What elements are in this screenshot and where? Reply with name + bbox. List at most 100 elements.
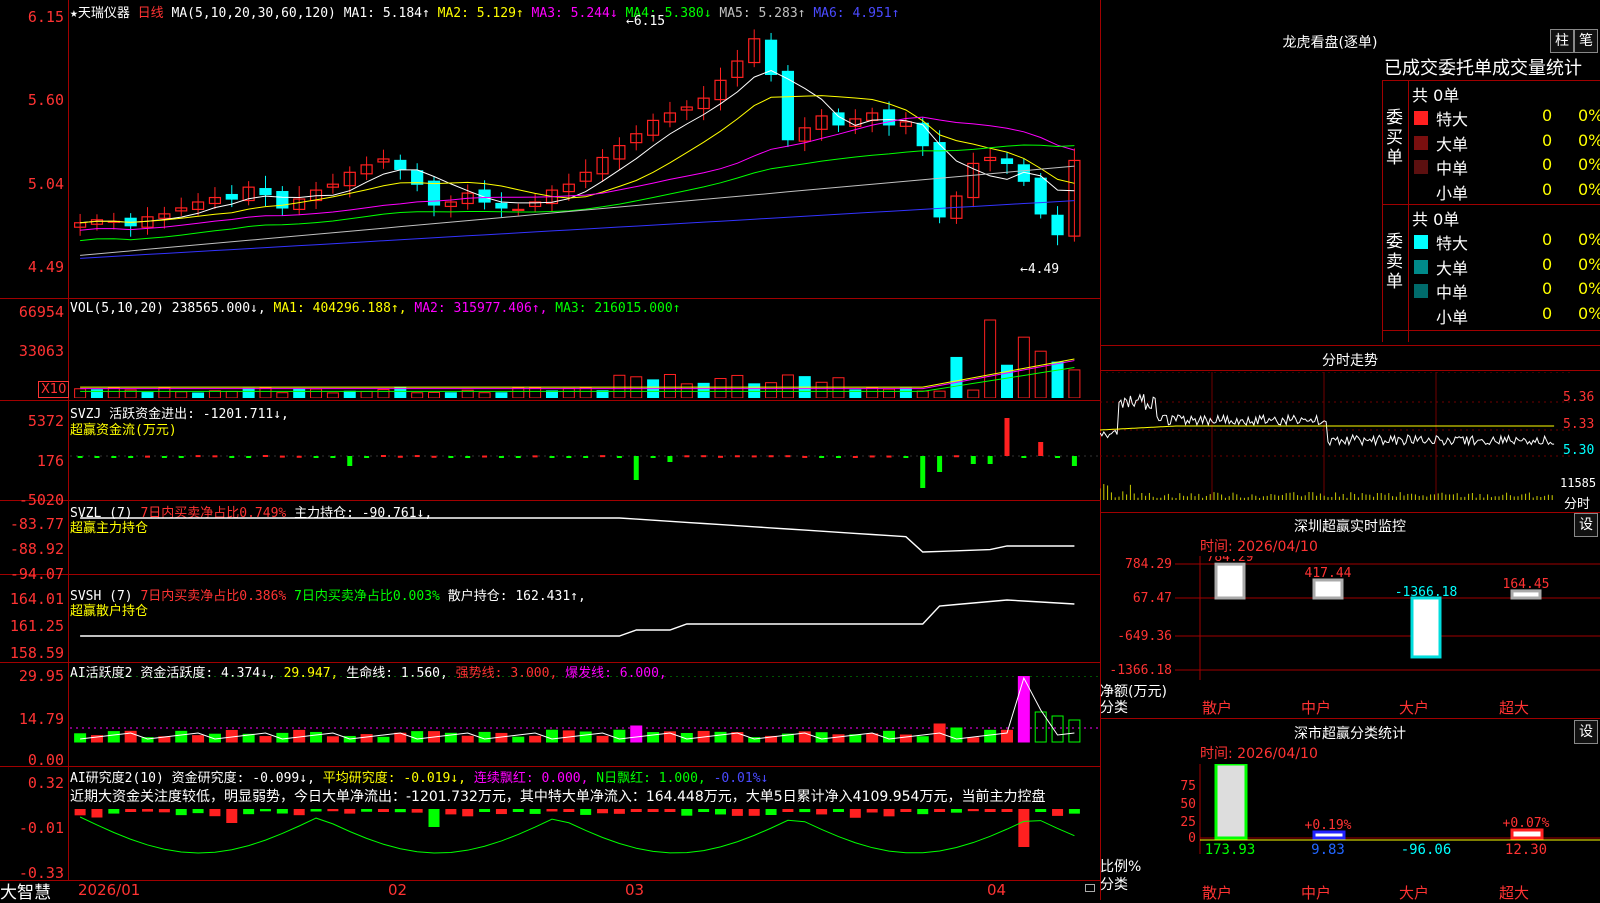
volume-bar (832, 377, 845, 398)
monitor-tick: 784.29 (1125, 557, 1172, 572)
monitor-cat-medium: 中户 (1301, 699, 1332, 717)
fund-flow-bar (1038, 442, 1044, 456)
fund-flow-bar (566, 456, 572, 458)
activity-bar (967, 737, 980, 743)
class-value: 12.30 (1505, 842, 1547, 858)
fund-flow-bar (246, 456, 252, 458)
fund-flow-bar (1071, 456, 1077, 466)
volume-bars[interactable] (70, 314, 1098, 398)
activity-bar (259, 736, 272, 743)
volume-bar (1051, 361, 1064, 398)
research-bar (816, 809, 828, 815)
monitor-bar (1312, 578, 1344, 600)
research-bar (276, 809, 288, 814)
low-marker: ←4.49 (1020, 262, 1060, 277)
monitor-cat-large: 大户 (1399, 699, 1430, 717)
fund-flow-bar (701, 455, 707, 458)
volume-bar (579, 387, 592, 398)
fund-flow-bar (1004, 418, 1010, 456)
ai-summary: 近期大资金关注度较低，明显弱势，今日大单净流出：-1201.732万元，其中特大… (70, 789, 1046, 805)
class-settings-button[interactable]: 设 (1574, 720, 1598, 744)
research-bar (597, 809, 609, 814)
volume-bar (326, 392, 339, 398)
price-tick-2: 5.60 (27, 91, 64, 109)
research-bar (1018, 809, 1030, 847)
research-bar (799, 809, 811, 813)
buy-row-qty: 0 (1542, 179, 1553, 199)
buy-row-pct: 0% (1578, 155, 1600, 174)
volume-bar (225, 390, 238, 398)
research-bar (243, 809, 255, 815)
fund-flow-bars[interactable] (70, 402, 1098, 498)
fund-flow-bar (970, 456, 976, 464)
monitor-chart[interactable]: 784.29 67.47 -649.36 -1366.18 784.29 417.44 -1… (1100, 556, 1600, 716)
intraday-tick-3: 5.30 (1563, 443, 1595, 458)
price-tick-4: 4.49 (27, 258, 64, 276)
research-chart[interactable] (70, 805, 1098, 881)
fund-flow-bar (262, 455, 268, 458)
research-bar (613, 809, 625, 814)
volume-bar (175, 391, 188, 398)
sell-row-qty: 0 (1542, 303, 1553, 323)
research-bar (125, 809, 137, 812)
fund-flow-bar (482, 455, 488, 458)
candlestick-chart[interactable] (70, 16, 1098, 296)
tick-mode-button[interactable]: 笔 (1574, 29, 1598, 53)
intraday-chart[interactable] (1100, 372, 1600, 510)
fund-flow-bar (920, 456, 926, 488)
lock-icon[interactable] (1085, 884, 1095, 892)
class-bar (1214, 764, 1248, 840)
buy-row-pct: 0% (1578, 179, 1600, 199)
intraday-tick-1: 5.36 (1563, 390, 1595, 405)
monitor-bar (1214, 562, 1246, 600)
sell-row-name: 特大 (1436, 234, 1469, 253)
candle-body (933, 142, 946, 218)
research-bar (344, 809, 356, 814)
main-holding-line[interactable] (70, 502, 1098, 572)
volume-bar (242, 387, 255, 398)
x-label-apr: 04 (987, 881, 1007, 899)
volume-bar (377, 389, 390, 398)
volume-bar (74, 388, 87, 398)
research-bar (580, 809, 592, 815)
stats-mid-line (1382, 204, 1600, 205)
buy-color-swatch (1414, 160, 1428, 174)
monitor-value: 417.44 (1305, 566, 1352, 581)
fund-flow-bar (751, 455, 757, 458)
sell-total: 共 0单 (1412, 210, 1460, 229)
fund-flow-bar (600, 455, 606, 458)
research-bar (91, 809, 103, 818)
candle-body (495, 202, 508, 209)
price-tick-3: 5.04 (27, 175, 64, 193)
fund-flow-bar (414, 455, 420, 458)
activity-bar (360, 734, 373, 743)
svsh-tick-3: 158.59 (9, 644, 64, 662)
volume-bar (765, 382, 778, 398)
activity-bars[interactable] (70, 676, 1098, 764)
fund-flow-bar (785, 455, 791, 458)
research-bar (765, 809, 777, 815)
research-bar (142, 809, 154, 812)
research-bar (226, 809, 238, 823)
research-bar (715, 809, 727, 815)
monitor-settings-button[interactable]: 设 (1574, 513, 1598, 537)
research-bar (158, 809, 170, 813)
intraday-vol-tick: 11585 (1560, 476, 1597, 490)
volume-bar (478, 392, 491, 398)
sell-row-pct: 0% (1578, 279, 1600, 298)
volume-bar (663, 373, 676, 398)
activity-bar (545, 729, 558, 743)
class-value: 9.83 (1311, 842, 1345, 858)
fund-flow-bar (94, 456, 100, 458)
ai-research-t2: 平均研究度: -0.019↓, (322, 771, 467, 786)
activity-bar (461, 735, 474, 743)
bar-mode-button[interactable]: 柱 (1550, 29, 1574, 53)
activity-bar (883, 730, 896, 743)
retail-holding-line[interactable] (70, 576, 1098, 660)
class-chart[interactable]: 75 50 250 +0.19% +0.07% 173.93 9.83 -96.06 12.30 (1100, 764, 1600, 900)
monitor-xlabel: 分类 (1100, 700, 1128, 716)
research-bar (428, 809, 440, 827)
sell-row-qty: 0 (1542, 254, 1553, 274)
research-bar (361, 809, 373, 812)
ai-research-tick-1: 0.32 (27, 774, 64, 792)
